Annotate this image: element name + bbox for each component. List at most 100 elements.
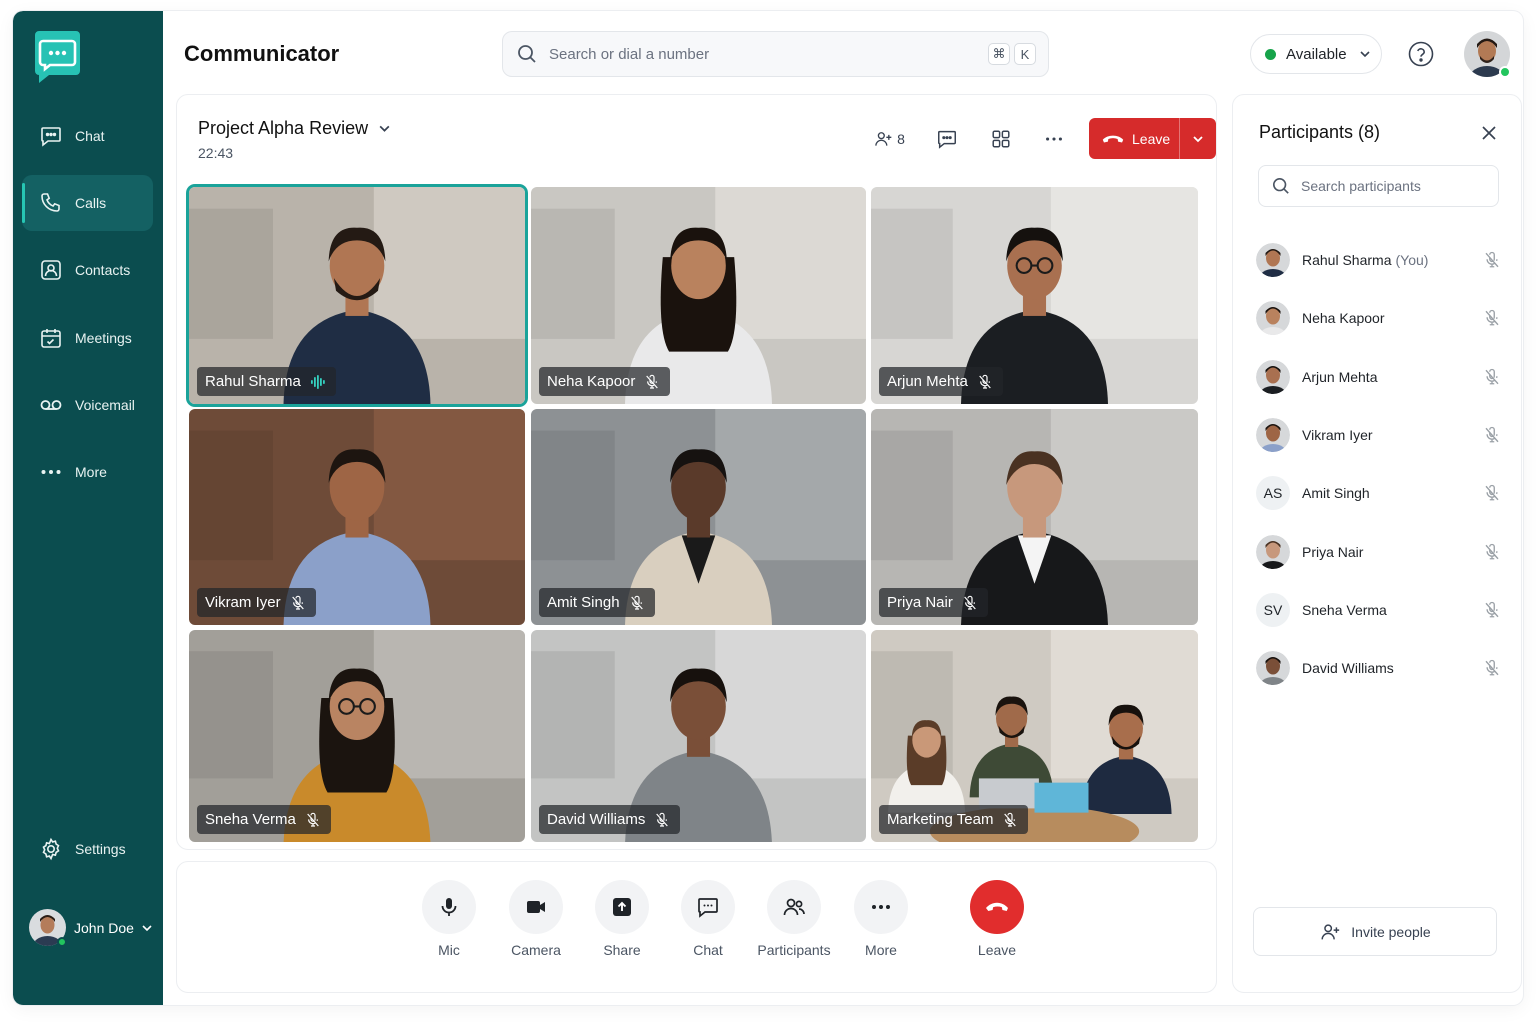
profile-avatar[interactable]: [1464, 31, 1511, 78]
sidebar-item-label: Voicemail: [75, 397, 135, 413]
search-input[interactable]: [549, 45, 988, 63]
more-dots-icon: [1046, 137, 1062, 141]
participant-name: Priya Nair: [887, 594, 953, 611]
status-selector[interactable]: Available: [1250, 34, 1382, 74]
participant-row[interactable]: SV Sneha Verma: [1256, 590, 1504, 630]
chat-icon: [698, 898, 718, 918]
sidebar-item-chat[interactable]: Chat: [22, 108, 153, 164]
participant-name-text: Vikram Iyer: [1302, 426, 1373, 443]
participant-name-tag: Amit Singh: [539, 588, 655, 617]
more-dots-icon: [41, 470, 61, 474]
invite-people-button[interactable]: Invite people: [1253, 907, 1497, 956]
control-label: Mic: [438, 942, 460, 958]
participant-name-tag: Marketing Team: [879, 805, 1029, 834]
call-chat-button[interactable]: [933, 118, 961, 160]
mic-muted-icon[interactable]: [1483, 484, 1501, 502]
call-title-dropdown[interactable]: Project Alpha Review: [198, 118, 391, 139]
leave-options-button[interactable]: [1180, 118, 1216, 159]
app-window: Chat Calls Contacts Meetings Voicemail M…: [13, 11, 1523, 1005]
participant-name: Rahul Sharma: [205, 373, 301, 390]
sidebar-item-contacts[interactable]: Contacts: [22, 242, 153, 298]
app-logo: [35, 31, 80, 83]
mic-muted-icon[interactable]: [1483, 659, 1501, 677]
control-label: Share: [603, 942, 641, 958]
search-icon: [1272, 177, 1289, 194]
avatar: [1256, 651, 1290, 686]
video-tile[interactable]: Priya Nair: [871, 409, 1198, 625]
video-tile[interactable]: Sneha Verma: [189, 630, 525, 842]
close-panel-button[interactable]: [1478, 122, 1500, 144]
participant-row[interactable]: David Williams: [1256, 648, 1504, 688]
call-timer: 22:43: [198, 145, 234, 161]
share-control-button[interactable]: Share: [582, 880, 662, 958]
shortcut-key: ⌘: [988, 43, 1010, 65]
sidebar-item-label: Chat: [75, 128, 105, 144]
participant-name: Neha Kapoor: [1302, 310, 1483, 326]
participants-control-button[interactable]: Participants: [754, 880, 834, 958]
voicemail-icon: [40, 400, 62, 410]
participant-row[interactable]: Priya Nair: [1256, 532, 1504, 572]
video-tile[interactable]: Rahul Sharma: [189, 187, 525, 404]
leave-split-button: Leave: [1089, 118, 1216, 159]
video-tile[interactable]: Neha Kapoor: [531, 187, 866, 404]
leave-button[interactable]: Leave: [1089, 118, 1179, 159]
participant-name: Arjun Mehta: [887, 373, 968, 390]
more-control-button[interactable]: More: [841, 880, 921, 958]
camera-control-button[interactable]: Camera: [496, 880, 576, 958]
control-label: Leave: [977, 942, 1017, 958]
avatar: [1256, 359, 1290, 394]
mic-muted-icon: [964, 595, 976, 610]
mic-control-button[interactable]: Mic: [409, 880, 489, 958]
participant-row[interactable]: Arjun Mehta: [1256, 357, 1504, 397]
avatar: [1256, 243, 1290, 277]
leave-label: Leave: [1132, 130, 1171, 147]
video-tile[interactable]: Arjun Mehta: [871, 187, 1198, 404]
help-icon: [1408, 41, 1434, 67]
participant-search[interactable]: [1258, 165, 1499, 207]
participant-name: Amit Singh: [1302, 485, 1483, 501]
global-search[interactable]: ⌘ K: [502, 31, 1049, 77]
mic-muted-icon[interactable]: [1483, 426, 1501, 444]
chevron-down-icon: [142, 924, 152, 931]
mic-muted-icon[interactable]: [1483, 601, 1501, 619]
video-tile[interactable]: David Williams: [531, 630, 866, 842]
chat-control-button[interactable]: Chat: [668, 880, 748, 958]
mic-muted-icon: [291, 595, 304, 610]
participant-row[interactable]: Neha Kapoor: [1256, 298, 1504, 338]
control-circle: [595, 880, 649, 934]
layout-button[interactable]: [987, 118, 1015, 160]
participant-row[interactable]: Vikram Iyer: [1256, 415, 1504, 455]
participant-name: Priya Nair: [1302, 544, 1483, 560]
participant-name-text: Rahul Sharma: [1302, 252, 1392, 268]
help-button[interactable]: [1408, 41, 1434, 67]
sidebar-item-label: More: [75, 464, 107, 480]
mic-muted-icon[interactable]: [1483, 368, 1501, 386]
presence-dot: [57, 937, 67, 947]
panel-title: Participants (8): [1259, 122, 1381, 142]
sidebar-item-settings[interactable]: Settings: [22, 821, 153, 877]
participant-count-button[interactable]: 8: [869, 118, 909, 160]
avatar-initials: SV: [1256, 592, 1290, 627]
user-menu[interactable]: John Doe: [29, 909, 153, 947]
video-tile[interactable]: Marketing Team: [871, 630, 1198, 842]
share-screen-icon: [613, 898, 631, 916]
participant-row[interactable]: Rahul Sharma (You): [1256, 240, 1504, 280]
participant-row[interactable]: AS Amit Singh: [1256, 473, 1504, 513]
mic-muted-icon[interactable]: [1483, 309, 1501, 327]
search-icon: [518, 45, 536, 63]
participant-name: David Williams: [547, 811, 646, 828]
control-label: Camera: [511, 942, 561, 958]
participant-name: David Williams: [1302, 660, 1483, 676]
chevron-down-icon: [1360, 51, 1370, 58]
sidebar-item-more[interactable]: More: [22, 444, 153, 500]
mic-muted-icon[interactable]: [1483, 251, 1501, 269]
mic-muted-icon[interactable]: [1483, 543, 1501, 561]
sidebar-item-voicemail[interactable]: Voicemail: [22, 377, 153, 433]
leave-control-button[interactable]: Leave: [957, 880, 1037, 958]
video-tile[interactable]: Amit Singh: [531, 409, 866, 625]
video-tile[interactable]: Vikram Iyer: [189, 409, 525, 625]
sidebar-item-calls[interactable]: Calls: [22, 175, 153, 231]
participant-search-input[interactable]: [1301, 178, 1481, 194]
call-more-button[interactable]: [1040, 118, 1068, 160]
sidebar-item-meetings[interactable]: Meetings: [22, 310, 153, 366]
